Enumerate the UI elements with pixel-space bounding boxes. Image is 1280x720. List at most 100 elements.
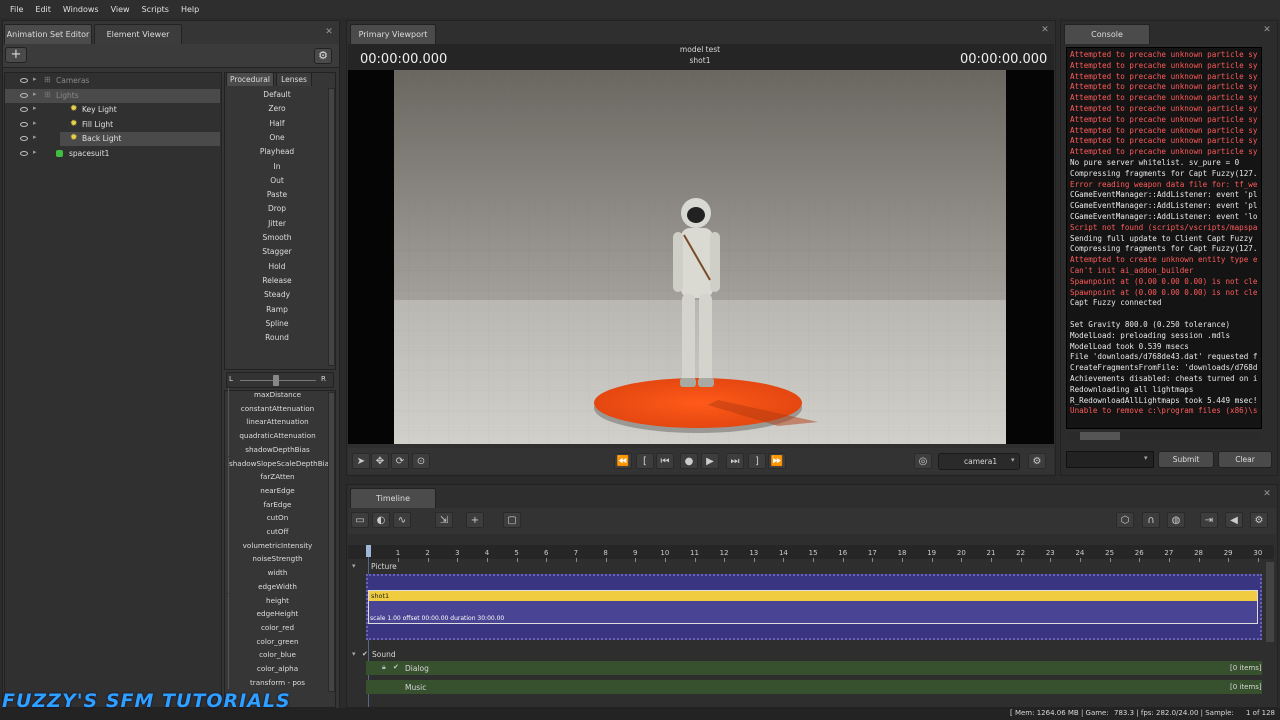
playhead-marker[interactable] [366,545,371,557]
tab-console[interactable]: Console [1064,24,1150,44]
procedural-playhead[interactable]: Playhead [228,145,326,159]
next-key-icon[interactable]: ] [748,453,766,469]
expand-arrow-icon[interactable]: ▸ [33,148,37,156]
procedural-release[interactable]: Release [228,274,326,288]
expand-arrow-icon[interactable]: ▸ [33,75,37,83]
timeline-vscrollbar[interactable] [1266,562,1274,642]
procedural-half[interactable]: Half [228,117,326,131]
menu-item-windows[interactable]: Windows [63,5,99,14]
attribute-slider[interactable]: transform - pos [228,675,326,690]
eye-icon[interactable] [20,150,28,156]
procedural-round[interactable]: Round [228,331,326,345]
lock-icon[interactable]: 🔒︎ [382,663,386,672]
procedural-default[interactable]: Default [228,88,326,102]
attribute-slider[interactable]: farEdge [228,497,326,512]
audio-icon[interactable]: ◀ [1225,512,1243,528]
tab-lenses[interactable]: Lenses [276,72,312,86]
attribute-slider[interactable]: cutOn [228,511,326,525]
tree-row[interactable] [5,88,220,103]
attribute-slider[interactable]: color_alpha [228,662,326,676]
close-icon[interactable]: ✕ [1262,25,1272,35]
expand-arrow-icon[interactable]: ▸ [33,104,37,112]
eye-icon[interactable] [20,78,28,83]
close-icon[interactable]: ✕ [324,27,334,37]
attribute-slider[interactable]: noiseStrength [228,552,326,567]
end-icon[interactable]: ⇥ [1200,512,1218,528]
procedural-jitter[interactable]: Jitter [228,217,326,231]
snap-icon[interactable]: ⇲ [435,512,453,528]
next-frame-icon[interactable]: ⏭ [726,453,744,469]
procedural-one[interactable]: One [228,131,326,145]
tab-procedural[interactable]: Procedural [226,72,274,86]
sound-check-icon[interactable]: ✔ [362,650,368,658]
procedural-steady[interactable]: Steady [228,288,326,302]
eye-icon[interactable] [20,107,28,112]
attribute-slider[interactable]: cutOff [228,525,326,539]
attribute-slider[interactable]: farZAtten [228,470,326,484]
procedural-ramp[interactable]: Ramp [228,303,326,317]
console-input[interactable] [1066,451,1154,468]
eye-icon[interactable] [20,136,28,141]
tab-primary-viewport[interactable]: Primary Viewport [350,24,436,44]
procedural-in[interactable]: In [228,160,326,174]
console-vscrollbar[interactable] [1262,47,1272,429]
play-icon[interactable]: ▶ [701,453,719,469]
dialog-check-icon[interactable]: ✔ [393,663,399,671]
add-icon[interactable]: + [466,512,484,528]
record-icon[interactable]: ● [680,453,698,469]
tab-timeline[interactable]: Timeline [350,488,436,508]
viewport-settings-icon[interactable]: ◎ [914,453,932,469]
gear-icon[interactable]: ⚙ [1250,512,1268,528]
procedural-zero[interactable]: Zero [228,102,326,116]
procedural-hold[interactable]: Hold [228,260,326,274]
menu-item-help[interactable]: Help [181,5,199,14]
attribute-slider[interactable]: shadowDepthBias [228,442,326,457]
procedural-drop[interactable]: Drop [228,202,326,216]
bookmark-icon[interactable]: ⬡ [1116,512,1134,528]
attribute-slider[interactable]: volumetricIntensity [228,538,326,553]
expand-arrow-icon[interactable]: ▸ [33,133,37,141]
prev-frame-icon[interactable]: ⏮ [656,453,674,469]
attribute-slider[interactable]: edgeHeight [228,607,326,621]
rotate-tool-icon[interactable]: ⟳ [391,453,409,469]
procedural-paste[interactable]: Paste [228,188,326,202]
attribute-slider[interactable]: color_blue [228,648,326,662]
procedural-smooth[interactable]: Smooth [228,231,326,245]
menu-item-view[interactable]: View [111,5,130,14]
menu-item-scripts[interactable]: Scripts [142,5,169,14]
tab-animation-set-editor[interactable]: Animation Set Editor [4,24,92,44]
viewport-canvas[interactable] [348,70,1054,444]
slider-handle[interactable] [273,375,279,386]
attribute-scrollbar[interactable] [328,392,335,692]
skip-forward-icon[interactable]: ⏩ [768,453,786,469]
submit-button[interactable]: Submit [1158,451,1214,468]
box-icon[interactable]: ▢ [503,512,521,528]
attribute-slider[interactable]: shadowSlopeScaleDepthBias [228,456,333,471]
menu-item-file[interactable]: File [10,5,23,14]
loop-icon[interactable]: ◍ [1167,512,1185,528]
attribute-slider[interactable]: maxDistance [228,388,326,402]
curve-edit-icon[interactable]: ◐ [372,512,390,528]
music-track[interactable] [366,680,1262,694]
procedural-spline[interactable]: Spline [228,317,326,331]
graph-icon[interactable]: ∿ [393,512,411,528]
prev-key-icon[interactable]: [ [636,453,654,469]
close-icon[interactable]: ✕ [1040,25,1050,35]
select-tool-icon[interactable]: ➤ [352,453,370,469]
move-tool-icon[interactable]: ✥ [371,453,389,469]
scale-tool-icon[interactable]: ⊙ [412,453,430,469]
procedural-scrollbar[interactable] [328,88,335,366]
tree-row[interactable] [5,147,220,161]
magnet-icon[interactable]: ∩ [1142,512,1160,528]
tree-row[interactable] [5,74,220,88]
attribute-slider[interactable]: quadraticAttenuation [228,429,326,443]
attribute-slider[interactable]: color_red [228,620,326,635]
procedural-out[interactable]: Out [228,174,326,188]
add-button[interactable]: + [5,47,27,63]
attribute-slider[interactable]: height [228,593,326,608]
attribute-slider[interactable]: linearAttenuation [228,415,326,430]
gear-icon[interactable]: ⚙ [1028,453,1046,469]
attribute-slider[interactable]: constantAttenuation [228,401,326,416]
close-icon[interactable]: ✕ [1262,489,1272,499]
skip-back-icon[interactable]: ⏪ [614,453,632,469]
